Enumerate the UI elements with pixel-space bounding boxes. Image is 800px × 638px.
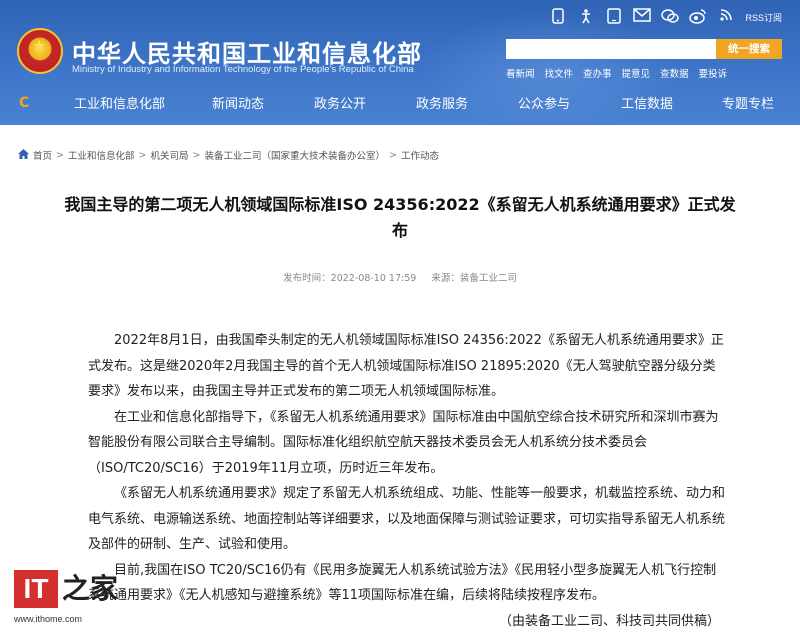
breadcrumb-work-news[interactable]: 工作动态 — [401, 148, 439, 162]
article-source: 来源：装备工业二司 — [431, 273, 517, 284]
mail-icon[interactable] — [633, 8, 652, 26]
quick-link-services[interactable]: 查办事 — [583, 66, 612, 80]
ithome-url: www.ithome.com — [14, 614, 83, 624]
unified-search-button[interactable]: 统一搜索 — [716, 39, 782, 59]
home-logo-icon[interactable]: C — [19, 95, 29, 111]
article-paragraph: 在工业和信息化部指导下，《系留无人机系统通用要求》国际标准由中国航空综合技术研究… — [88, 409, 719, 476]
ithome-watermark: IT 之家 www.ithome.com — [14, 570, 124, 630]
quick-link-documents[interactable]: 找文件 — [545, 66, 574, 80]
breadcrumb-separator: > — [138, 149, 147, 161]
quick-link-complaint[interactable]: 要投诉 — [699, 66, 728, 80]
quick-link-data[interactable]: 查数据 — [660, 66, 689, 80]
article-paragraph: 目前,我国在ISO TC20/SC16仍有《民用多旋翼无人机系统试验方法》《民用… — [88, 562, 717, 604]
quick-links: 看新闻 找文件 查办事 提意见 查数据 要投诉 — [506, 66, 727, 80]
quick-link-news[interactable]: 看新闻 — [506, 66, 535, 80]
weibo-icon[interactable] — [689, 8, 707, 26]
mobile-icon[interactable] — [549, 8, 567, 26]
nav-item-public-participation[interactable]: 公众参与 — [518, 93, 570, 112]
breadcrumb-departments[interactable]: 机关司局 — [150, 148, 188, 162]
breadcrumb-ministry[interactable]: 工业和信息化部 — [68, 148, 135, 162]
article-meta: 发布时间：2022-08-10 17:59 来源：装备工业二司 — [0, 270, 800, 284]
tablet-icon[interactable] — [605, 8, 623, 26]
article-paragraph: 2022年8月1日，由我国牵头制定的无人机领域国际标准ISO 24356:202… — [88, 333, 724, 399]
nav-item-special-topics[interactable]: 专题专栏 — [722, 93, 774, 112]
accessibility-icon[interactable] — [577, 8, 595, 26]
article-body: 2022年8月1日，由我国牵头制定的无人机领域国际标准ISO 24356:202… — [88, 328, 728, 634]
home-icon — [18, 148, 29, 162]
article-title: 我国主导的第二项无人机领域国际标准ISO 24356:2022《系留无人机系统通… — [64, 195, 736, 240]
nav-item-ministry[interactable]: 工业和信息化部 — [74, 93, 165, 112]
publish-time: 发布时间：2022-08-10 17:59 — [283, 273, 417, 284]
breadcrumb-home[interactable]: 首页 — [33, 148, 52, 162]
breadcrumb-separator: > — [192, 149, 201, 161]
wechat-icon[interactable] — [661, 8, 680, 26]
search-input[interactable] — [506, 39, 716, 59]
article-paragraph: 《系留无人机系统通用要求》规定了系留无人机系统组成、功能、性能等一般要求，机载监… — [88, 486, 726, 552]
nav-item-news[interactable]: 新闻动态 — [212, 93, 264, 112]
site-subtitle: Ministry of Industry and Information Tec… — [72, 64, 414, 75]
nav-item-gov-services[interactable]: 政务服务 — [416, 93, 468, 112]
contribution-note: （由装备工业二司、科技司共同供稿） — [498, 613, 720, 629]
breadcrumb-separator: > — [388, 149, 397, 161]
national-emblem-icon[interactable]: ★ — [17, 28, 63, 74]
breadcrumb-separator: > — [56, 149, 64, 161]
breadcrumb-equipment-dept[interactable]: 装备工业二司（国家重大技术装备办公室） — [204, 148, 385, 162]
rss-label[interactable]: RSS订阅 — [745, 11, 782, 24]
nav-item-data[interactable]: 工信数据 — [621, 93, 673, 112]
main-nav: C 工业和信息化部 新闻动态 政务公开 政务服务 公众参与 工信数据 专题专栏 — [0, 91, 800, 115]
ithome-logo-zhi: 之家 — [62, 572, 119, 605]
nav-item-gov-affairs[interactable]: 政务公开 — [314, 93, 366, 112]
breadcrumb: 首页 > 工业和信息化部 > 机关司局 > 装备工业二司（国家重大技术装备办公室… — [18, 148, 439, 162]
site-header: ★ 中华人民共和国工业和信息化部 Ministry of Industry an… — [0, 0, 800, 125]
emblem-star-icon: ★ — [32, 36, 47, 55]
rss-icon[interactable] — [717, 8, 735, 26]
quick-link-feedback[interactable]: 提意见 — [622, 66, 651, 80]
top-icon-bar: RSS订阅 — [549, 8, 782, 26]
ithome-logo-it: IT — [14, 570, 58, 608]
